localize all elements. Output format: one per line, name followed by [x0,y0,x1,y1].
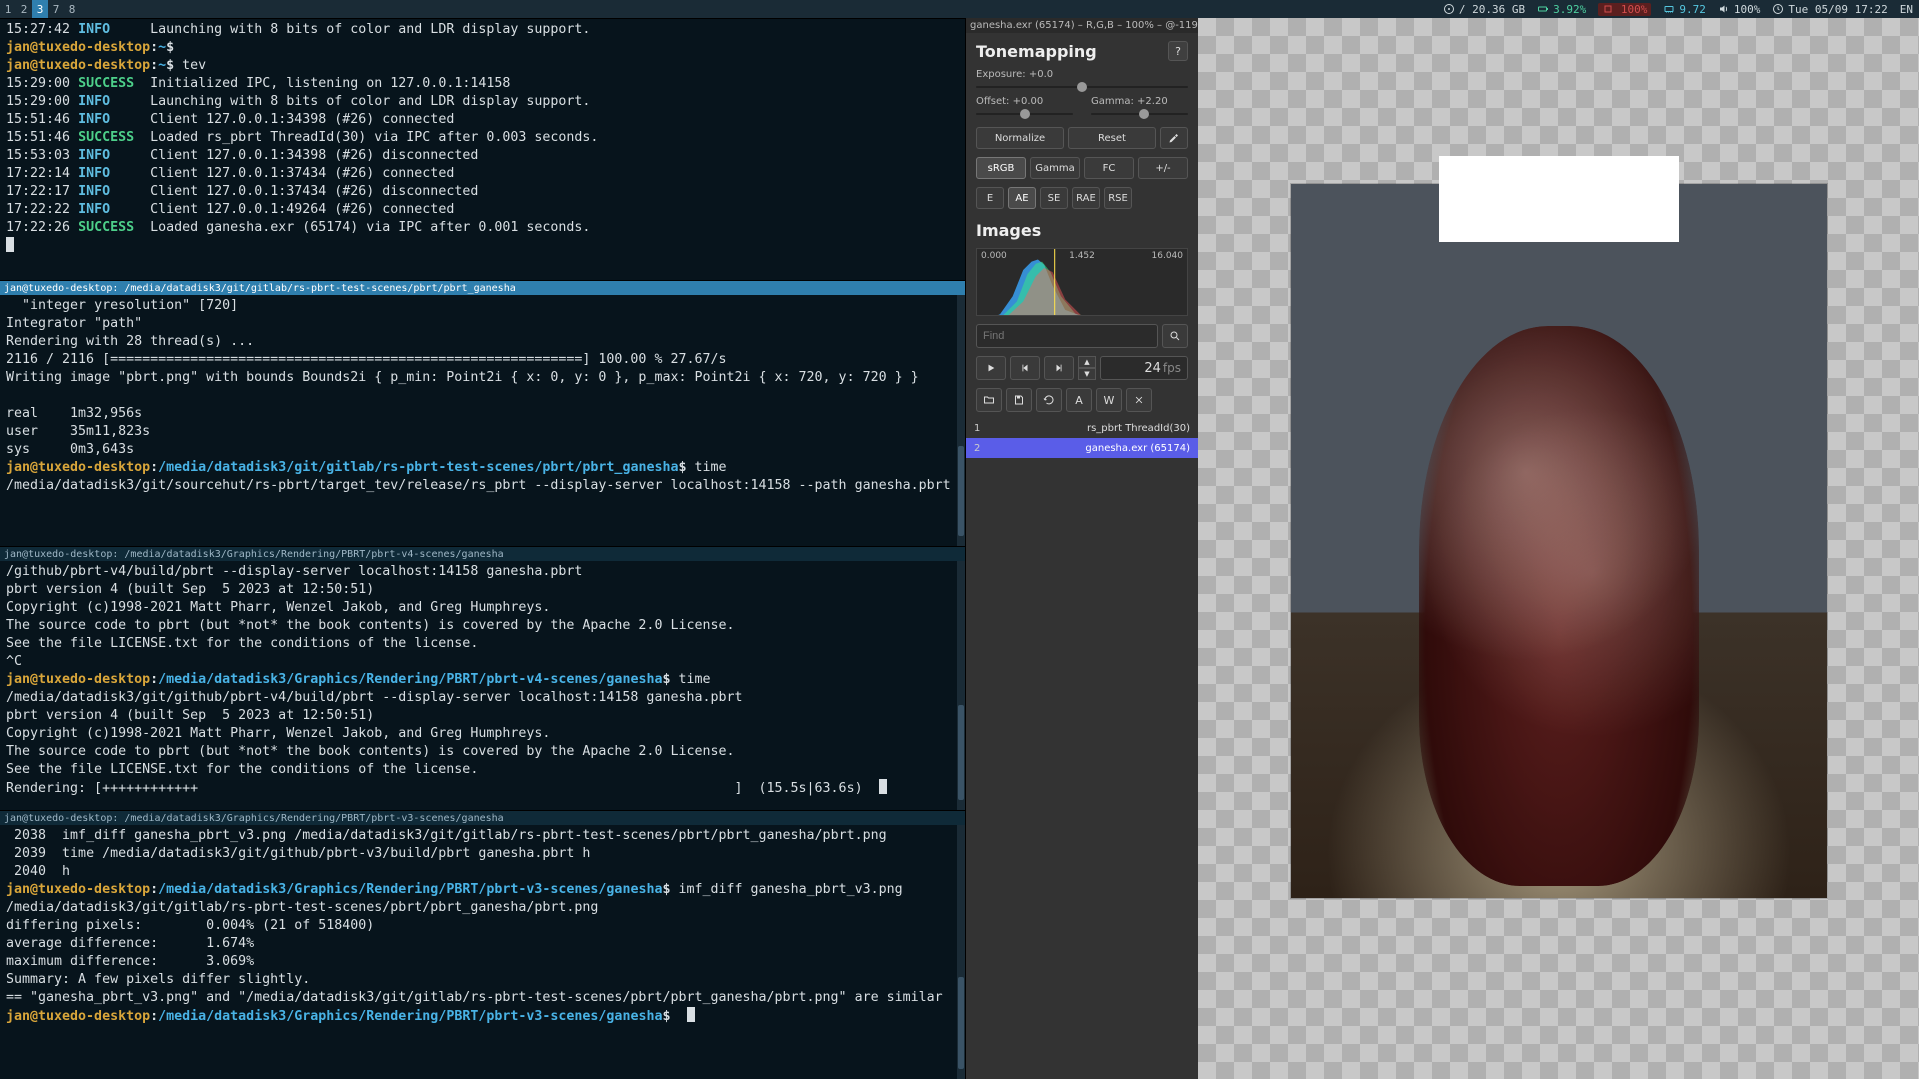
terminal-column: 15:27:42 INFO Launching with 8 bits of c… [0,18,966,1079]
error-e-button[interactable]: E [976,187,1004,209]
memory-status: 9.72 [1657,0,1712,18]
image-list-item[interactable]: 1 rs_pbrt ThreadId(30) [966,418,1198,438]
images-heading: Images [976,221,1188,240]
rendered-image [1291,184,1827,898]
colorspace-gamma-button[interactable]: Gamma [1030,157,1080,179]
ganesha-statue [1419,326,1699,886]
tonemapping-heading: Tonemapping [976,42,1168,61]
image-list: 1 rs_pbrt ThreadId(30) 2 ganesha.exr (65… [966,418,1198,458]
save-icon [1013,394,1025,406]
fps-display: 24fps [1100,356,1188,380]
reload-button[interactable] [1036,388,1062,412]
pane-title: jan@tuxedo-desktop: /media/datadisk3/Gra… [0,811,965,825]
terminal-pane-4[interactable]: jan@tuxedo-desktop: /media/datadisk3/Gra… [0,810,965,1079]
terminal-pane-1[interactable]: 15:27:42 INFO Launching with 8 bits of c… [0,18,965,280]
find-input[interactable] [976,324,1158,348]
eyedropper-button[interactable] [1160,127,1188,149]
area-light [1439,156,1679,242]
cpu-pct: 100% [1598,3,1651,16]
pane-title: jan@tuxedo-desktop: /media/datadisk3/Gra… [0,547,965,561]
pane-title: jan@tuxedo-desktop: /media/datadisk3/git… [0,281,965,295]
scrollbar[interactable] [957,295,965,546]
disk-usage-text: / 20.36 GB [1459,3,1525,16]
colorspace-fc-button[interactable]: FC [1084,157,1134,179]
disk-icon [1443,3,1455,15]
workspace-2[interactable]: 2 [16,0,32,18]
search-icon [1169,330,1181,342]
battery-status: 3.92% [1531,0,1592,18]
clock-text: Tue 05/09 17:22 [1788,3,1887,16]
save-button[interactable] [1006,388,1032,412]
terminal-pane-3[interactable]: jan@tuxedo-desktop: /media/datadisk3/Gra… [0,546,965,810]
tev-titlebar: ganesha.exr (65174) – R,G,B – 100% – @-1… [966,18,1198,33]
memory-icon [1663,3,1675,15]
battery-icon [1537,3,1549,15]
clock: Tue 05/09 17:22 [1766,0,1893,18]
image-list-item[interactable]: 2 ganesha.exr (65174) [966,438,1198,458]
open-button[interactable] [976,388,1002,412]
clock-icon [1772,3,1784,15]
folder-icon [983,394,995,406]
close-icon [1134,395,1144,405]
top-bar: 1 2 3 7 8 / 20.36 GB 3.92% 100% 9.72 [0,0,1919,18]
play-icon [986,363,996,373]
tev-window: ganesha.exr (65174) – R,G,B – 100% – @-1… [966,18,1919,1079]
workspace-1[interactable]: 1 [0,0,16,18]
error-se-button[interactable]: SE [1040,187,1068,209]
workspace-8[interactable]: 8 [64,0,80,18]
volume-status[interactable]: 100% [1712,0,1767,18]
histogram: 0.000 1.452 16.040 [976,248,1188,316]
tev-viewport[interactable] [1198,18,1919,1079]
find-button[interactable] [1162,324,1188,348]
exposure-slider[interactable] [976,82,1188,92]
histogram-plot [977,249,1187,316]
colorspace-srgb-button[interactable]: sRGB [976,157,1026,179]
volume-pct: 100% [1734,3,1761,16]
error-rse-button[interactable]: RSE [1104,187,1132,209]
gamma-slider[interactable] [1091,109,1188,119]
eyedropper-icon [1168,132,1180,144]
battery-pct: 3.92% [1553,3,1586,16]
volume-icon [1718,3,1730,15]
skip-forward-button[interactable] [1044,356,1074,380]
workspace-7[interactable]: 7 [48,0,64,18]
skip-back-icon [1020,363,1030,373]
exposure-label: Exposure: +0.0 [976,69,1188,80]
skip-back-button[interactable] [1010,356,1040,380]
disk-usage: / 20.36 GB [1437,0,1531,18]
error-rae-button[interactable]: RAE [1072,187,1100,209]
keyboard-layout[interactable]: EN [1894,0,1919,18]
cpu-status: 100% [1592,0,1657,18]
reload-icon [1043,394,1055,406]
tev-sidebar: ganesha.exr (65174) – R,G,B – 100% – @-1… [966,18,1198,1079]
workspace-3[interactable]: 3 [32,0,48,18]
colorspace-pm-button[interactable]: +/- [1138,157,1188,179]
offset-label: Offset: +0.00 [976,96,1073,107]
offset-slider[interactable] [976,109,1073,119]
workspace-switcher: 1 2 3 7 8 [0,0,80,18]
terminal-pane-2[interactable]: jan@tuxedo-desktop: /media/datadisk3/git… [0,280,965,546]
play-button[interactable] [976,356,1006,380]
scrollbar[interactable] [957,825,965,1079]
cpu-icon [1602,3,1614,15]
gamma-label: Gamma: +2.20 [1091,96,1188,107]
normalize-button[interactable]: Normalize [976,127,1064,149]
help-button[interactable]: ? [1168,41,1188,61]
reset-button[interactable]: Reset [1068,127,1156,149]
skip-forward-icon [1054,363,1064,373]
error-ae-button[interactable]: AE [1008,187,1036,209]
fps-spinner[interactable]: ▲▼ [1078,356,1096,380]
memory-value: 9.72 [1679,3,1706,16]
scrollbar[interactable] [957,561,965,810]
close-image-button[interactable] [1126,388,1152,412]
reload-all-button[interactable]: A [1066,388,1092,412]
watch-button[interactable]: W [1096,388,1122,412]
